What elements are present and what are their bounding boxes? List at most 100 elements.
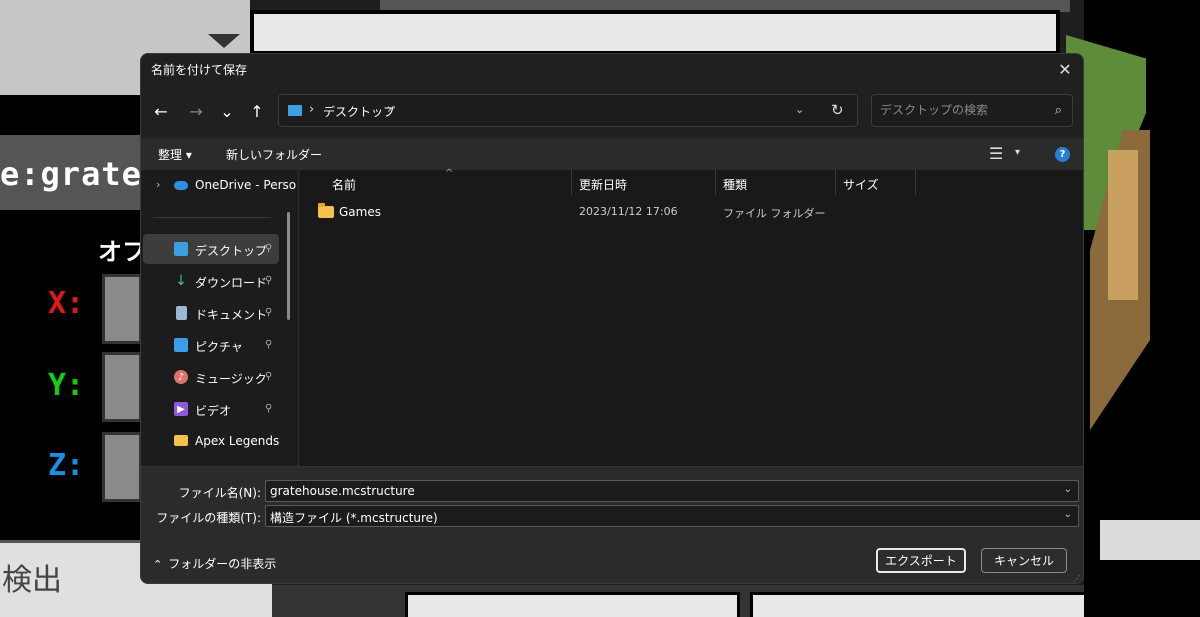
download-icon: ↓ bbox=[175, 273, 187, 289]
back-button[interactable]: ← bbox=[149, 96, 173, 126]
bg-axis-x-label: X: bbox=[48, 286, 85, 321]
video-icon: ▶ bbox=[174, 402, 188, 416]
desktop-icon bbox=[288, 105, 302, 116]
column-header-size[interactable]: サイズ bbox=[843, 176, 879, 202]
chevron-down-icon[interactable]: ⌄ bbox=[1064, 484, 1072, 495]
command-bar: 整理 ▾ 新しいフォルダー ☰ ▾ ? bbox=[141, 138, 1083, 170]
sort-ascending-icon: ^ bbox=[445, 168, 454, 179]
up-button[interactable]: ↑ bbox=[245, 96, 269, 126]
forward-button[interactable]: → bbox=[184, 96, 208, 126]
address-bar[interactable]: › デスクトップ › ⌄ ↻ bbox=[278, 94, 858, 127]
navigation-bar: ← → ⌄ ↑ › デスクトップ › ⌄ ↻ ⌕ bbox=[141, 92, 1083, 132]
bg-y-field bbox=[102, 352, 142, 422]
column-header-type[interactable]: 種類 bbox=[723, 176, 747, 202]
sidebar-item-label: ドキュメント bbox=[195, 308, 268, 322]
file-row[interactable]: Games 2023/11/12 17:06 ファイル フォルダー bbox=[312, 203, 1082, 226]
bg-detect-label: 検出 bbox=[2, 563, 62, 598]
bg-top-input-bar bbox=[250, 10, 1060, 55]
sidebar-item-label: ダウンロード bbox=[195, 276, 268, 290]
desktop-icon bbox=[174, 242, 188, 256]
export-button[interactable]: エクスポート bbox=[876, 548, 966, 573]
sidebar-item-desktop[interactable]: デスクトップ ⚲ bbox=[143, 234, 279, 264]
file-type: ファイル フォルダー bbox=[723, 207, 826, 220]
sidebar-item-downloads[interactable]: ↓ ダウンロード ⚲ bbox=[143, 266, 279, 296]
music-icon: ♪ bbox=[174, 370, 188, 384]
sidebar-item-label: デスクトップ bbox=[195, 244, 268, 258]
filename-label: ファイル名(N): bbox=[178, 486, 261, 500]
sidebar-item-label: ピクチャ bbox=[195, 340, 243, 354]
navigation-pane: › OneDrive - Perso デスクトップ ⚲ ↓ ダウンロード ⚲ ド… bbox=[141, 170, 299, 466]
breadcrumb-chevron-icon[interactable]: › bbox=[387, 102, 392, 117]
sidebar-item-label: ミュージック bbox=[195, 372, 267, 386]
dialog-footer: ファイル名(N): gratehouse.mcstructure ⌄ ファイルの… bbox=[141, 466, 1083, 583]
column-separator[interactable] bbox=[571, 170, 572, 195]
file-list: ^ 名前 更新日時 種類 サイズ Games 2023/11/12 17:06 … bbox=[300, 168, 1083, 466]
sidebar-item-label: Apex Legends bbox=[195, 434, 280, 448]
pin-icon: ⚲ bbox=[265, 339, 273, 350]
view-dropdown-icon[interactable]: ▾ bbox=[1015, 147, 1020, 158]
breadcrumb-desktop[interactable]: デスクトップ bbox=[323, 103, 395, 120]
dialog-titlebar[interactable]: 名前を付けて保存 ✕ bbox=[141, 54, 1083, 84]
bg-axis-y-label: Y: bbox=[48, 368, 85, 403]
hide-folders-label: フォルダーの非表示 bbox=[168, 557, 277, 571]
bg-structure-name: e:grate bbox=[0, 155, 142, 193]
search-icon[interactable]: ⌕ bbox=[1055, 103, 1062, 118]
organize-menu[interactable]: 整理 ▾ bbox=[158, 146, 192, 163]
filename-value: gratehouse.mcstructure bbox=[270, 484, 415, 498]
filetype-label: ファイルの種類(T): bbox=[156, 511, 261, 525]
sidebar-item-documents[interactable]: ドキュメント ⚲ bbox=[143, 298, 279, 328]
view-options-icon[interactable]: ☰ bbox=[989, 144, 1003, 163]
folder-icon bbox=[318, 203, 334, 218]
hide-folders-toggle[interactable]: ⌃ フォルダーの非表示 bbox=[153, 555, 276, 572]
pin-icon: ⚲ bbox=[265, 307, 273, 318]
filename-field[interactable]: gratehouse.mcstructure ⌄ bbox=[265, 480, 1079, 502]
help-icon[interactable]: ? bbox=[1055, 147, 1070, 162]
sidebar-item-videos[interactable]: ▶ ビデオ ⚲ bbox=[143, 394, 279, 424]
breadcrumb-chevron-icon[interactable]: › bbox=[309, 102, 314, 117]
cloud-icon bbox=[174, 181, 188, 190]
resize-grip-icon[interactable]: ⋰ bbox=[1073, 574, 1081, 583]
recent-locations-button[interactable]: ⌄ bbox=[215, 96, 239, 126]
sidebar-item-onedrive[interactable]: › OneDrive - Perso bbox=[143, 170, 296, 200]
document-icon bbox=[176, 306, 187, 320]
dialog-title: 名前を付けて保存 bbox=[151, 63, 248, 77]
bg-bottom-box bbox=[750, 592, 1100, 617]
pin-icon: ⚲ bbox=[265, 403, 273, 414]
chevron-down-icon[interactable]: ⌄ bbox=[1064, 509, 1072, 520]
file-name: Games bbox=[339, 205, 381, 219]
folder-icon bbox=[174, 435, 188, 446]
expand-chevron-icon[interactable]: › bbox=[156, 178, 160, 191]
column-separator[interactable] bbox=[835, 170, 836, 195]
chevron-up-icon: ⌃ bbox=[153, 558, 163, 571]
sidebar-item-pictures[interactable]: ピクチャ ⚲ bbox=[143, 330, 279, 360]
sidebar-item-music[interactable]: ♪ ミュージック ⚲ bbox=[143, 362, 279, 392]
search-input[interactable] bbox=[880, 103, 1040, 117]
address-dropdown-icon[interactable]: ⌄ bbox=[795, 103, 804, 116]
bg-z-field bbox=[102, 432, 142, 502]
sidebar-divider bbox=[153, 217, 271, 218]
refresh-icon[interactable]: ↻ bbox=[831, 101, 844, 119]
sidebar-item-apex-legends[interactable]: Apex Legends bbox=[143, 426, 279, 456]
pin-icon: ⚲ bbox=[265, 371, 273, 382]
new-folder-button[interactable]: 新しいフォルダー bbox=[226, 146, 322, 163]
close-icon[interactable]: ✕ bbox=[1047, 54, 1083, 84]
search-box[interactable]: ⌕ bbox=[871, 94, 1073, 127]
bg-offset-label: オフ bbox=[98, 238, 146, 266]
column-separator[interactable] bbox=[915, 170, 916, 195]
bg-axis-z-label: Z: bbox=[48, 448, 85, 483]
bg-house-window bbox=[1108, 150, 1138, 300]
sidebar-item-label: ビデオ bbox=[195, 404, 232, 418]
column-header-name[interactable]: 名前 bbox=[332, 176, 356, 202]
sidebar-scrollbar[interactable] bbox=[287, 212, 290, 320]
pin-icon: ⚲ bbox=[265, 243, 273, 254]
bg-dropdown-arrow-icon bbox=[208, 34, 240, 48]
column-header-date[interactable]: 更新日時 bbox=[579, 176, 627, 202]
filetype-value: 構造ファイル (*.mcstructure) bbox=[270, 511, 438, 525]
file-date: 2023/11/12 17:06 bbox=[579, 205, 678, 218]
save-as-dialog: 名前を付けて保存 ✕ ← → ⌄ ↑ › デスクトップ › ⌄ ↻ ⌕ 整理 ▾… bbox=[140, 53, 1084, 584]
column-separator[interactable] bbox=[715, 170, 716, 195]
filetype-select[interactable]: 構造ファイル (*.mcstructure) ⌄ bbox=[265, 505, 1079, 527]
picture-icon bbox=[174, 338, 188, 352]
pin-icon: ⚲ bbox=[265, 275, 273, 286]
cancel-button[interactable]: キャンセル bbox=[981, 548, 1067, 573]
